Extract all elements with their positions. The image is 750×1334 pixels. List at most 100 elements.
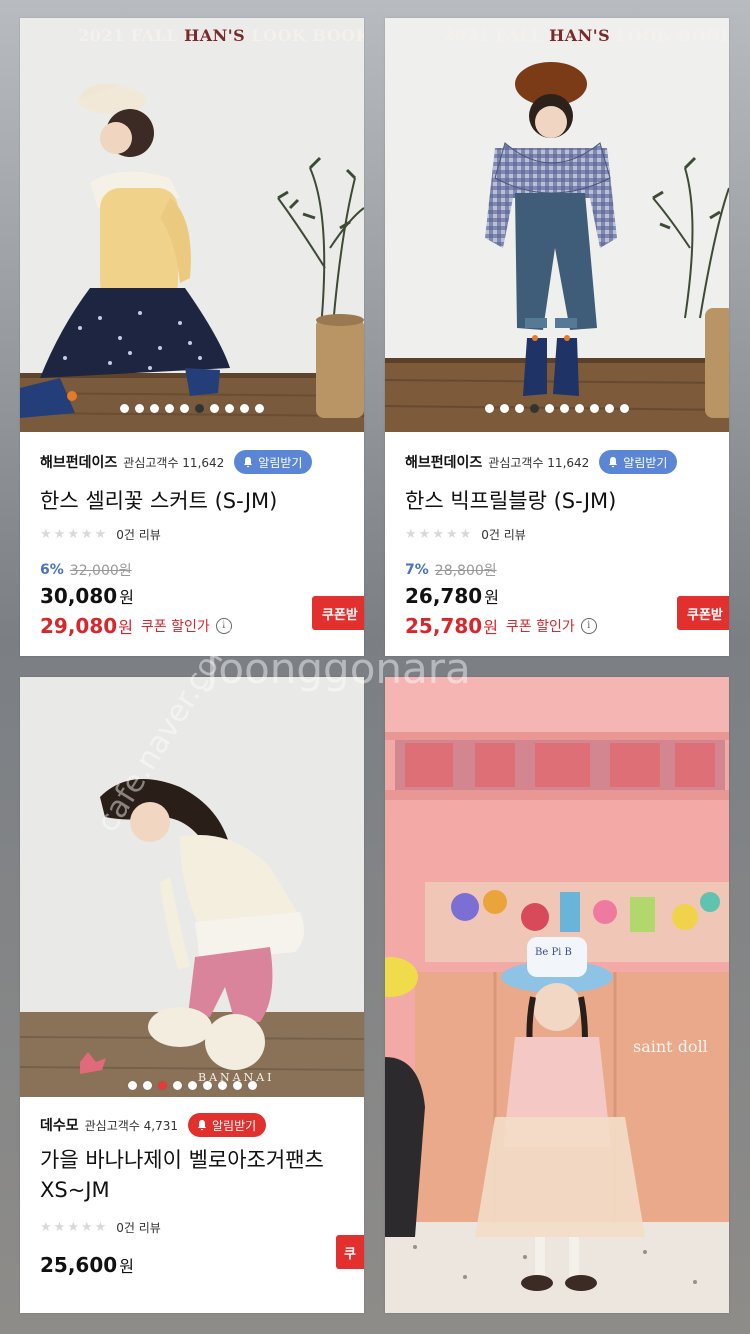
carousel-dot[interactable] xyxy=(247,1081,257,1090)
product-photo-1[interactable]: 2021 FALL HAN'S LOOK BOOK xyxy=(20,18,364,432)
carousel-dot[interactable] xyxy=(485,404,494,413)
star-icon: ★ xyxy=(53,1220,66,1235)
discount-row: 6% 32,000원 xyxy=(40,560,132,580)
carousel-dot[interactable] xyxy=(500,404,509,413)
product-info-3: 데수모 관심고객수 4,731 알림받기 가을 바나나제이 벨로아조거팬츠 XS~… xyxy=(20,1097,364,1313)
alarm-label: 알림받기 xyxy=(623,455,668,470)
alarm-label: 알림받기 xyxy=(258,455,303,470)
star-icon: ★ xyxy=(40,527,52,542)
original-price: 32,000원 xyxy=(69,563,132,579)
seller-name[interactable]: 데수모 xyxy=(40,1115,79,1135)
alarm-label: 알림받기 xyxy=(212,1118,257,1133)
carousel-dot[interactable] xyxy=(530,404,539,413)
interest-count: 관심고객수 11,642 xyxy=(123,455,225,470)
carousel-dot[interactable] xyxy=(180,404,189,413)
interest-count: 관심고객수 11,642 xyxy=(488,455,590,470)
carousel-dot[interactable] xyxy=(157,1081,167,1090)
product-photo-2[interactable]: 2021 FALL HAN'S LOOK BOOK xyxy=(385,18,729,432)
carousel-dot[interactable] xyxy=(127,1081,137,1090)
star-icon: ★ xyxy=(53,527,66,542)
star-icon: ★ xyxy=(405,527,417,542)
carousel-dot[interactable] xyxy=(575,404,584,413)
hat-text: Be Pi B xyxy=(535,947,572,958)
star-icon: ★ xyxy=(418,527,431,542)
carousel-indicator[interactable] xyxy=(20,1081,364,1090)
interest-count: 관심고객수 4,731 xyxy=(84,1118,179,1133)
star-icon: ★ xyxy=(80,1220,93,1235)
coupon-price: 25,780 xyxy=(405,614,483,638)
star-icon: ★ xyxy=(40,1220,52,1235)
star-icon: ★ xyxy=(94,527,107,542)
coupon-label: 쿠폰 할인가 xyxy=(140,619,210,635)
carousel-dot[interactable] xyxy=(210,404,219,413)
carousel-dot[interactable] xyxy=(240,404,249,413)
rating-stars: ★ ★ ★ ★ ★ 0건 리뷰 xyxy=(40,526,161,543)
carousel-dot[interactable] xyxy=(620,404,629,413)
carousel-dot[interactable] xyxy=(187,1081,197,1090)
product-card-1[interactable]: 2021 FALL HAN'S LOOK BOOK 해브펀데이즈 관심고객수 1… xyxy=(20,18,364,656)
alarm-button[interactable]: 알림받기 xyxy=(234,450,313,474)
carousel-dot[interactable] xyxy=(172,1081,182,1090)
product-card-2[interactable]: 2021 FALL HAN'S LOOK BOOK 해브펀데이즈 관심고객수 1… xyxy=(385,18,729,656)
product-info-2: 해브펀데이즈 관심고객수 11,642 알림받기 한스 빅프릴블랑 (S-JM)… xyxy=(385,432,729,656)
alarm-button[interactable]: 알림받기 xyxy=(599,450,678,474)
carousel-dot[interactable] xyxy=(120,404,129,413)
coupon-button[interactable]: 쿠폰받 xyxy=(677,596,729,630)
star-icon: ★ xyxy=(432,527,444,542)
star-icon: ★ xyxy=(459,527,472,542)
bell-icon xyxy=(609,457,618,468)
carousel-dot[interactable] xyxy=(515,404,524,413)
carousel-indicator[interactable] xyxy=(20,404,364,413)
carousel-dot[interactable] xyxy=(217,1081,227,1090)
review-count: 0건 리뷰 xyxy=(481,528,526,542)
coupon-button[interactable]: 쿠폰받 xyxy=(312,596,364,630)
carousel-dot[interactable] xyxy=(232,1081,242,1090)
shop-sign: saint doll xyxy=(633,1037,708,1056)
product-title[interactable]: 가을 바나나제이 벨로아조거팬츠 XS~JM xyxy=(40,1145,324,1205)
lookbook-caption: 2021 FALL HAN'S LOOK BOOK xyxy=(78,26,364,45)
discount-percent: 6% xyxy=(40,562,64,578)
star-icon: ★ xyxy=(445,527,458,542)
carousel-dot[interactable] xyxy=(590,404,599,413)
review-count: 0건 리뷰 xyxy=(116,1221,161,1235)
product-card-3[interactable]: BANANAI 데수모 관심고객수 4,731 알림받기 가을 바나나제이 벨로… xyxy=(20,677,364,1313)
info-icon[interactable]: i xyxy=(215,618,232,634)
coupon-button[interactable]: 쿠 xyxy=(336,1235,364,1269)
product-card-4[interactable]: saint doll Be Pi B xyxy=(385,677,729,1313)
carousel-dot[interactable] xyxy=(150,404,159,413)
carousel-dot[interactable] xyxy=(202,1081,212,1090)
product-title[interactable]: 한스 빅프릴블랑 (S-JM) xyxy=(405,486,616,516)
product-title[interactable]: 한스 셀리꽃 스커트 (S-JM) xyxy=(40,486,277,516)
carousel-dot[interactable] xyxy=(135,404,144,413)
carousel-dot[interactable] xyxy=(255,404,264,413)
bell-icon xyxy=(244,457,253,468)
original-price: 28,800원 xyxy=(434,563,497,579)
star-icon: ★ xyxy=(67,1220,79,1235)
carousel-dot[interactable] xyxy=(225,404,234,413)
seller-name[interactable]: 해브펀데이즈 xyxy=(405,452,482,472)
carousel-dot[interactable] xyxy=(560,404,569,413)
coupon-price-row: 29,080 원 쿠폰 할인가 i xyxy=(40,614,232,638)
sale-price: 25,600 원 xyxy=(40,1253,134,1277)
discount-row: 7% 28,800원 xyxy=(405,560,497,580)
rating-stars: ★ ★ ★ ★ ★ 0건 리뷰 xyxy=(40,1219,161,1236)
product-image-pants xyxy=(20,677,364,1097)
carousel-dot[interactable] xyxy=(545,404,554,413)
review-count: 0건 리뷰 xyxy=(116,528,161,542)
sale-price: 26,780 원 xyxy=(405,584,499,608)
coupon-price: 29,080 xyxy=(40,614,118,638)
star-icon: ★ xyxy=(94,1220,107,1235)
coupon-price-row: 25,780 원 쿠폰 할인가 i xyxy=(405,614,597,638)
coupon-label: 쿠폰 할인가 xyxy=(505,619,575,635)
carousel-dot[interactable] xyxy=(195,404,204,413)
star-icon: ★ xyxy=(67,527,79,542)
carousel-dot[interactable] xyxy=(165,404,174,413)
carousel-indicator[interactable] xyxy=(385,404,729,413)
carousel-dot[interactable] xyxy=(605,404,614,413)
info-icon[interactable]: i xyxy=(580,618,597,634)
product-image-skirt xyxy=(20,18,364,432)
seller-name[interactable]: 해브펀데이즈 xyxy=(40,452,117,472)
product-photo-3[interactable]: BANANAI xyxy=(20,677,364,1097)
alarm-button[interactable]: 알림받기 xyxy=(188,1113,267,1137)
carousel-dot[interactable] xyxy=(142,1081,152,1090)
